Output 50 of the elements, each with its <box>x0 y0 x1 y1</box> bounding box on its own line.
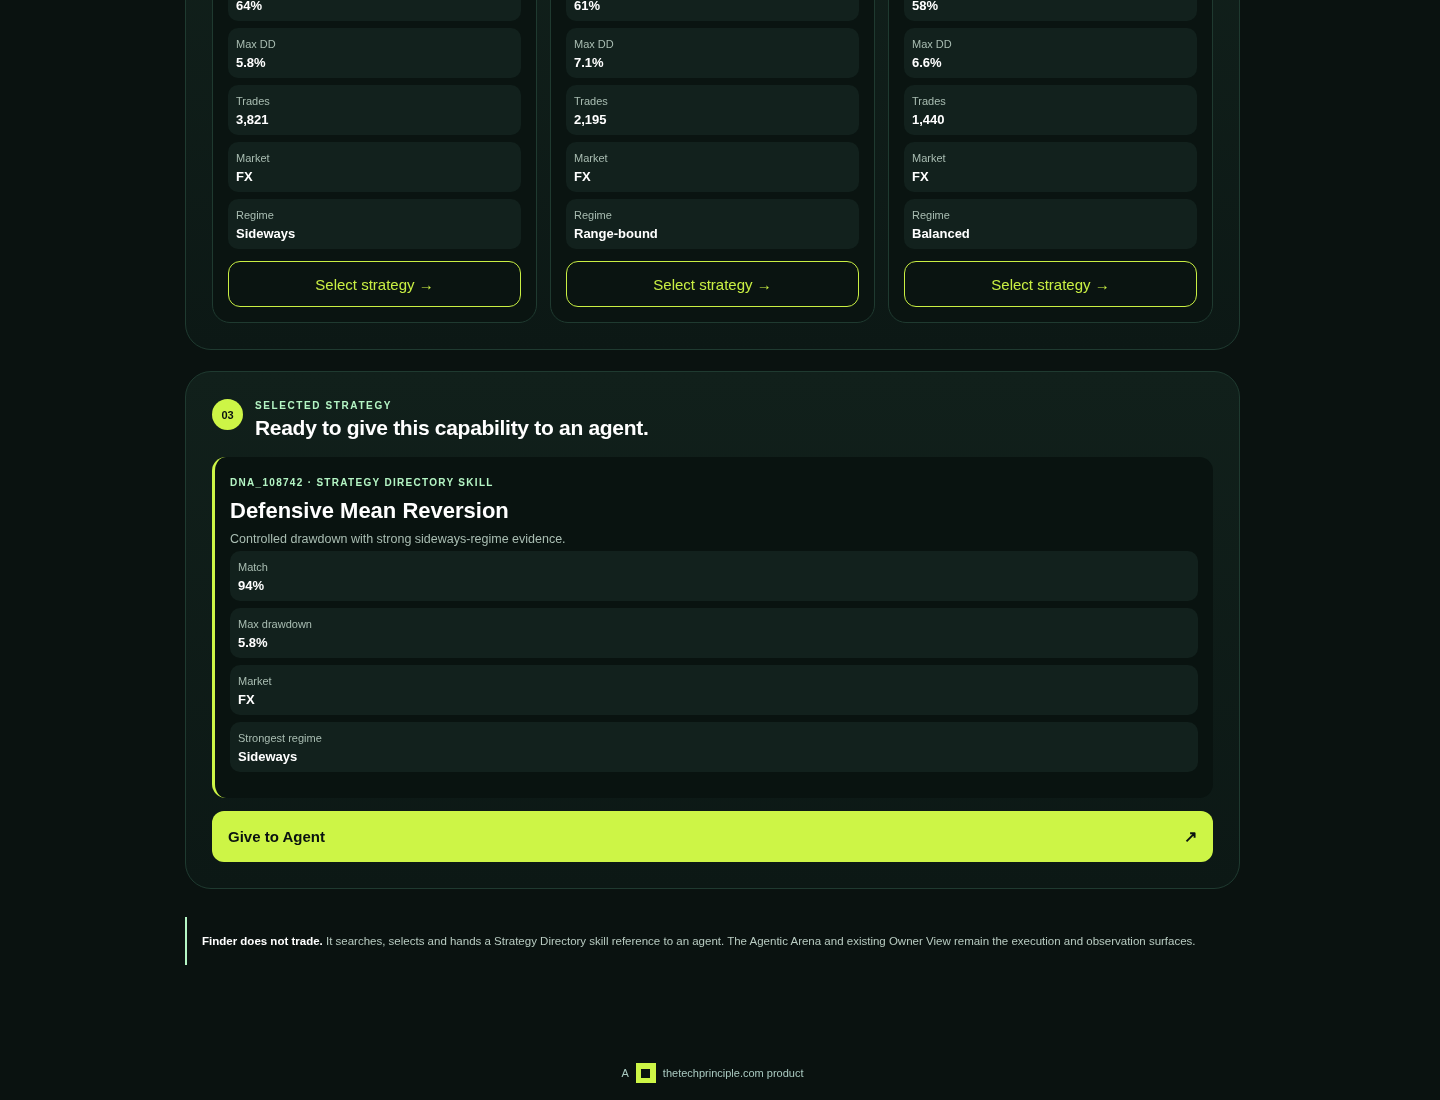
arrow-icon: ↗ <box>1184 827 1197 846</box>
metric-value: 6.6% <box>912 54 943 71</box>
metric-label: Regime <box>574 208 613 222</box>
skill-title: Defensive Mean Reversion <box>230 497 510 525</box>
select-strategy-button[interactable]: Select strategy → <box>228 261 521 307</box>
metric-value: Sideways <box>238 748 299 765</box>
metric-value: 64% <box>236 0 264 14</box>
metric-label: Market <box>574 151 609 165</box>
select-strategy-button[interactable]: Select strategy → <box>904 261 1197 307</box>
step-badge: 03 <box>212 399 243 430</box>
metric-value: FX <box>574 168 592 185</box>
metric-label: Max DD <box>912 37 953 51</box>
metric-label: Market <box>912 151 947 165</box>
metric-label: Max DD <box>574 37 615 51</box>
metric-label: Market <box>238 674 273 688</box>
select-strategy-button[interactable]: Select strategy → <box>566 261 859 307</box>
metric-value: 3,821 <box>236 111 270 128</box>
metric-label: Strongest regime <box>238 731 323 745</box>
metric-label: Trades <box>236 94 271 108</box>
metric-label: Match <box>238 560 269 574</box>
metric-value: 61% <box>574 0 602 14</box>
metric-value: 1,440 <box>912 111 946 128</box>
footer-text: thetechprinciple.com product <box>662 1067 804 1079</box>
metric-label: Trades <box>574 94 609 108</box>
metric-value: 58% <box>912 0 940 14</box>
section-heading: Ready to give this capability to an agent. <box>255 415 649 441</box>
metric-value: 5.8% <box>236 54 267 71</box>
metric-value: Range-bound <box>574 225 659 242</box>
metric-label: Market <box>236 151 271 165</box>
metric-value: FX <box>912 168 930 185</box>
metric-value: Sideways <box>236 225 297 242</box>
give-to-agent-button[interactable]: Give to Agent ↗ <box>212 811 1213 862</box>
metric-value: 7.1% <box>574 54 605 71</box>
metric-value: Balanced <box>912 225 971 242</box>
disclaimer-text: Finder does not trade. It searches, selects and hands a Strategy Directory skill reference to an agent. The Agentic Arena and existing Owner View remain the execution and observation surfaces. <box>185 917 1196 965</box>
metric-label: Max drawdown <box>238 617 313 631</box>
metric-value: 94% <box>238 577 266 594</box>
metric-value: 2,195 <box>574 111 608 128</box>
logo-icon <box>635 1063 656 1083</box>
metric-label: Regime <box>912 208 951 222</box>
metric-value: FX <box>238 691 256 708</box>
section-eyebrow: SELECTED STRATEGY <box>255 400 394 412</box>
metric-value: 5.8% <box>238 634 269 651</box>
metric-label: Max DD <box>236 37 277 51</box>
metric-value: FX <box>236 168 254 185</box>
footer-prefix: A <box>621 1067 629 1079</box>
skill-description: Controlled drawdown with strong sideways-regime evidence. <box>230 531 567 547</box>
metric-label: Trades <box>912 94 947 108</box>
skill-eyebrow: DNA_108742 · STRATEGY DIRECTORY SKILL <box>230 477 495 489</box>
metric-label: Regime <box>236 208 275 222</box>
